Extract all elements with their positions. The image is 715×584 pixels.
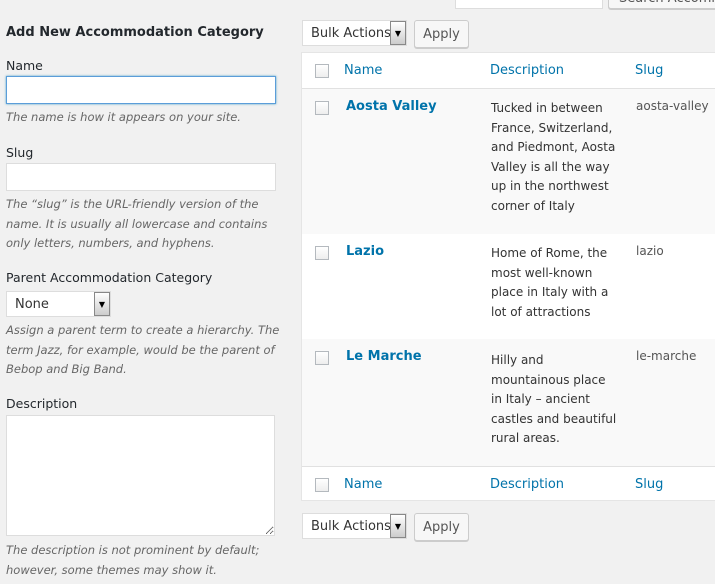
description-label: Description <box>6 396 78 411</box>
bulk-actions-select-bottom[interactable]: Bulk Actions ▼ <box>302 513 407 539</box>
row-checkbox[interactable] <box>315 351 329 365</box>
row-checkbox[interactable] <box>315 101 329 115</box>
row-description: Hilly and mountainous place in Italy – a… <box>491 353 617 445</box>
slug-input[interactable] <box>6 163 276 191</box>
chevron-down-icon: ▼ <box>94 292 110 316</box>
parent-select-value: None <box>15 296 49 312</box>
row-description: Home of Rome, the most well-known place … <box>491 246 609 319</box>
table-row: Le Marche Hilly and mountainous place in… <box>302 339 715 466</box>
row-name-link[interactable]: Aosta Valley <box>346 99 437 114</box>
column-slug-footer[interactable]: Slug <box>635 477 663 492</box>
chevron-down-icon: ▼ <box>390 514 406 538</box>
apply-button-top[interactable]: Apply <box>414 20 469 48</box>
select-all-checkbox-footer[interactable] <box>315 478 329 492</box>
table-row: Lazio Home of Rome, the most well-known … <box>302 234 715 339</box>
parent-select[interactable]: None ▼ <box>6 291 111 317</box>
parent-hint: Assign a parent term to create a hierarc… <box>6 323 280 376</box>
table-footer: Name Description Slug <box>302 466 715 502</box>
slug-label: Slug <box>6 145 34 160</box>
row-checkbox[interactable] <box>315 246 329 260</box>
categories-table: Name Description Slug Aosta Valley Tucke… <box>301 52 715 501</box>
description-textarea[interactable] <box>6 415 275 536</box>
name-input[interactable] <box>6 76 276 104</box>
row-name-link[interactable]: Le Marche <box>346 349 422 364</box>
form-title: Add New Accommodation Category <box>6 25 264 40</box>
search-input[interactable] <box>455 0 603 9</box>
column-name[interactable]: Name <box>344 63 382 78</box>
select-all-checkbox[interactable] <box>315 64 329 78</box>
column-slug[interactable]: Slug <box>635 63 663 78</box>
bulk-actions-value: Bulk Actions <box>311 25 391 41</box>
row-description: Tucked in between France, Switzerland, a… <box>491 101 616 213</box>
slug-hint: The “slug” is the URL-friendly version o… <box>6 197 268 250</box>
chevron-down-icon: ▼ <box>390 21 406 45</box>
column-description[interactable]: Description <box>490 63 564 78</box>
description-hint: The description is not prominent by defa… <box>6 543 260 577</box>
bulk-actions-value: Bulk Actions <box>311 518 391 534</box>
table-row: Aosta Valley Tucked in between France, S… <box>302 89 715 234</box>
row-name-link[interactable]: Lazio <box>346 244 384 259</box>
row-slug: lazio <box>636 244 664 258</box>
row-slug: le-marche <box>636 349 697 363</box>
column-name-footer[interactable]: Name <box>344 477 382 492</box>
row-slug: aosta-valley <box>636 99 709 113</box>
search-button[interactable]: Search Accommo <box>608 0 715 9</box>
name-hint: The name is how it appears on your site. <box>6 110 241 124</box>
bulk-actions-select-top[interactable]: Bulk Actions ▼ <box>302 20 407 46</box>
column-description-footer[interactable]: Description <box>490 477 564 492</box>
name-label: Name <box>6 58 43 73</box>
apply-button-bottom[interactable]: Apply <box>414 513 469 541</box>
table-header: Name Description Slug <box>302 53 715 89</box>
parent-label: Parent Accommodation Category <box>6 270 213 285</box>
